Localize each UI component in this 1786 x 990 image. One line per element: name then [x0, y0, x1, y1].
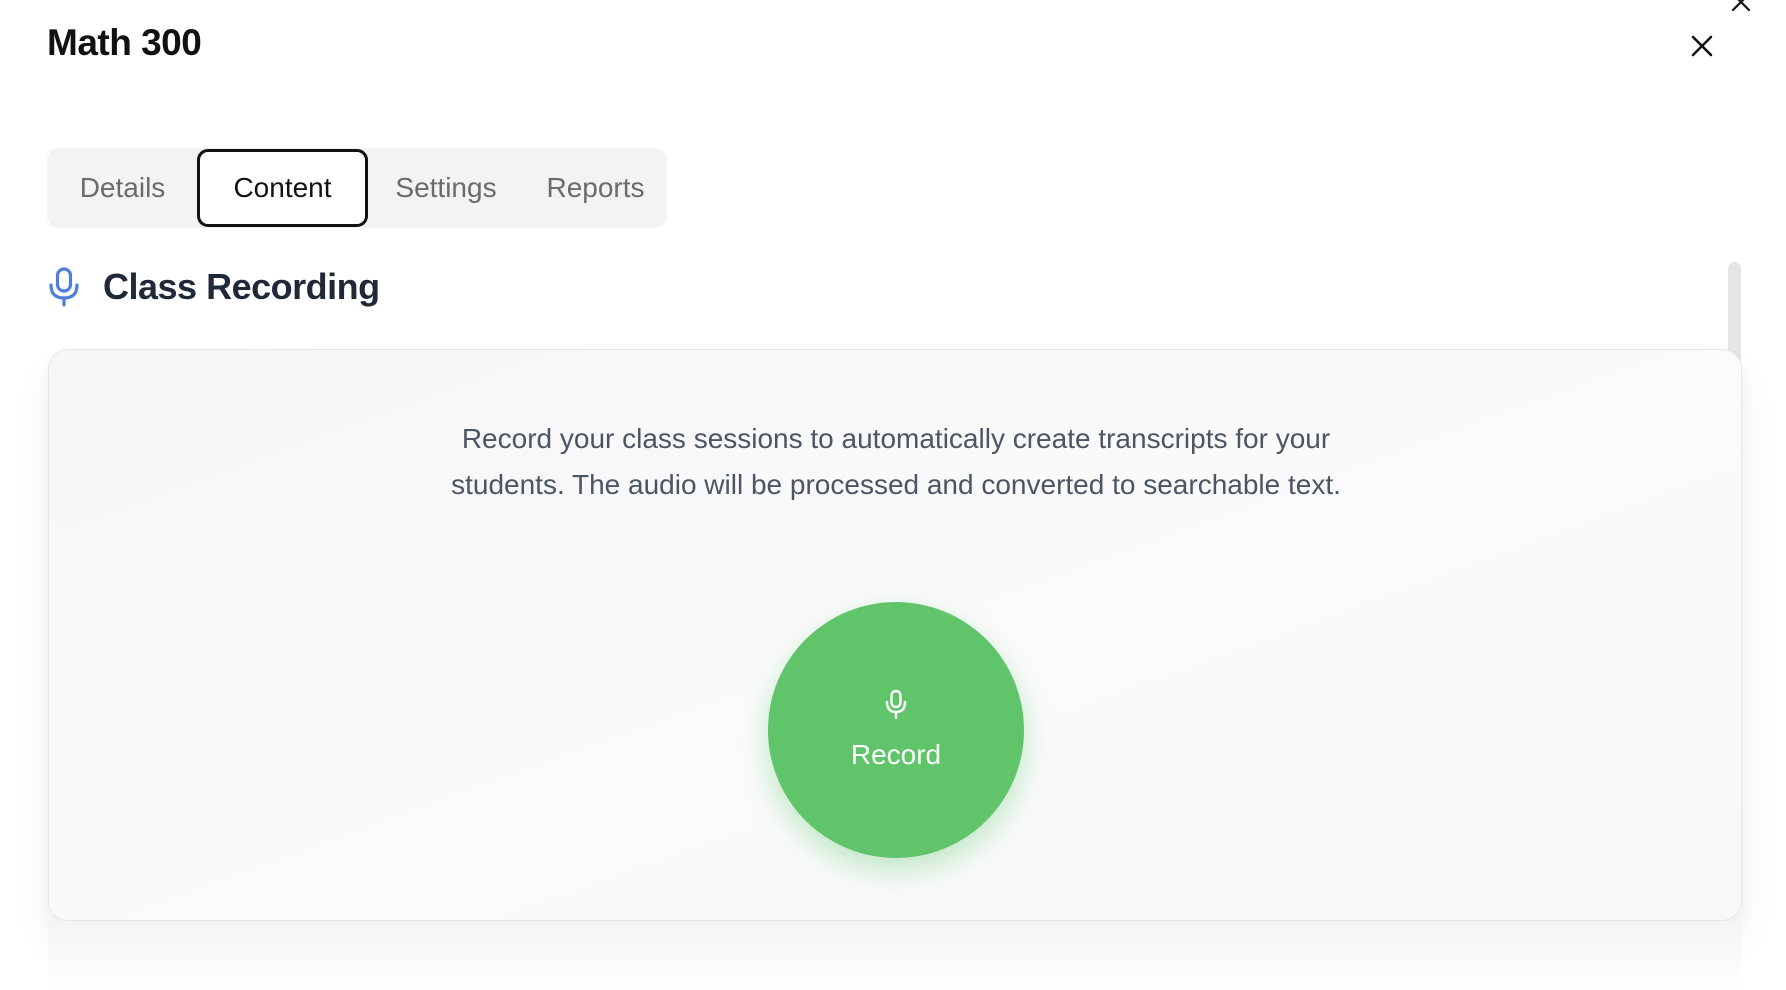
microphone-icon: [49, 267, 79, 307]
microphone-icon: [885, 689, 907, 720]
tab-settings[interactable]: Settings: [370, 148, 522, 228]
recording-card: Record your class sessions to automatica…: [48, 349, 1742, 921]
close-icon: [1691, 35, 1713, 57]
tab-details[interactable]: Details: [47, 148, 198, 228]
tab-bar: Details Content Settings Reports: [47, 148, 667, 228]
tab-content[interactable]: Content: [197, 149, 368, 227]
close-icon[interactable]: [1729, 0, 1753, 14]
course-dialog: Math 300 Details Content Settings Report…: [0, 0, 1786, 990]
record-button-label: Record: [850, 739, 942, 770]
recording-description: Record your class sessions to automatica…: [451, 423, 1341, 500]
dialog-title: Math 300: [47, 22, 202, 63]
section-header: Class Recording: [47, 262, 380, 312]
close-button[interactable]: [1682, 26, 1722, 66]
record-button[interactable]: Record: [768, 602, 1024, 858]
content-fade: [48, 921, 1742, 990]
section-title: Class Recording: [103, 266, 380, 307]
tab-reports[interactable]: Reports: [524, 148, 667, 228]
